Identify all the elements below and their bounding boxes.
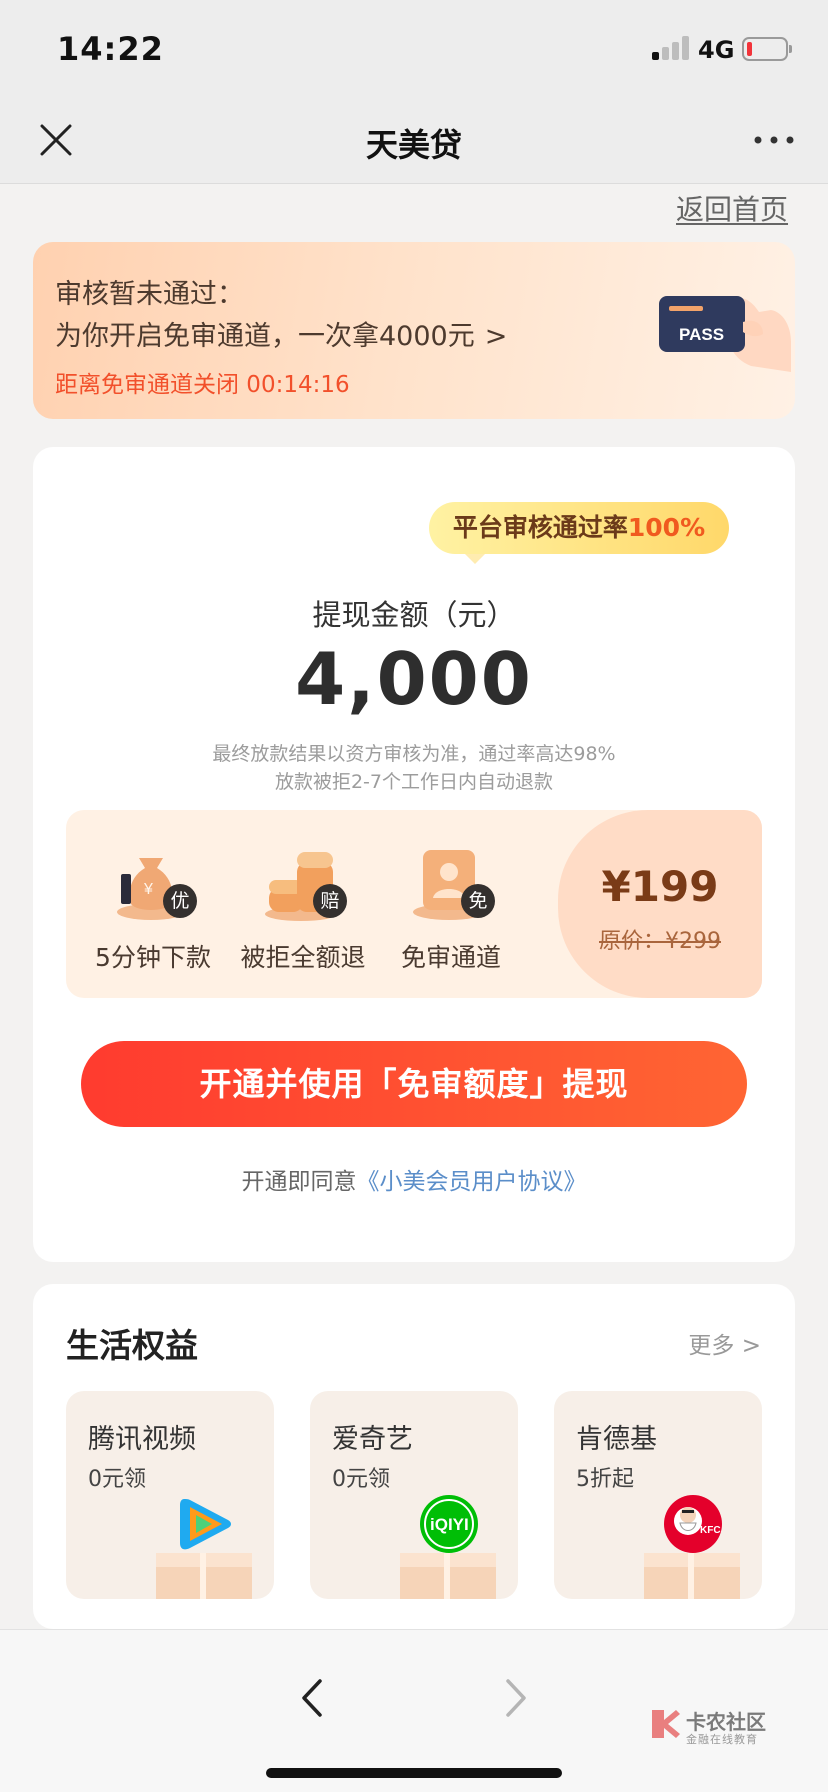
status-bar: 14:22 4G	[0, 0, 828, 100]
benefit-card-name: 肯德基	[576, 1424, 657, 1455]
notice-offer: 为你开启免审通道，一次拿4000元 >	[55, 314, 507, 353]
benefit-card-sub: 0元领	[88, 1467, 146, 1492]
pass-text: PASS	[679, 325, 724, 344]
activate-withdraw-button[interactable]: 开通并使用「免审额度」提现	[81, 1041, 747, 1127]
battery-icon	[742, 37, 792, 61]
amount-value: 4,000	[295, 637, 533, 721]
back-arrow-icon[interactable]	[294, 1675, 330, 1721]
network-label: 4G	[698, 36, 735, 64]
benefit-card-tencent-video[interactable]: 腾讯视频 0元领	[66, 1391, 274, 1599]
svg-text:¥: ¥	[143, 881, 153, 898]
approval-rate-label: 平台审核通过率	[452, 513, 628, 542]
benefit-label: 5分钟下款	[95, 943, 211, 972]
withdraw-card: 平台审核通过率100% 提现金额（元） 4,000 最终放款结果以资方审核为准，…	[33, 447, 795, 1262]
approval-rate-tooltip: 平台审核通过率100%	[429, 502, 729, 564]
notice-banner[interactable]: 审核暂未通过： 为你开启免审通道，一次拿4000元 > 距离免审通道关闭 00:1…	[33, 242, 795, 419]
page-title: 天美贷	[365, 126, 462, 164]
benefit-card-sub: 5折起	[576, 1467, 634, 1492]
refund-note: 放款被拒2-7个工作日内自动退款	[274, 771, 554, 793]
chevron-right-icon: >	[484, 321, 508, 352]
svg-text:KFC: KFC	[700, 1525, 721, 1536]
benefit-label: 免审通道	[400, 943, 501, 972]
benefit-badge: 优	[163, 884, 197, 918]
more-link[interactable]: 更多 >	[688, 1326, 761, 1360]
watermark-logo-icon	[652, 1710, 680, 1738]
price-original: 原价：¥299	[599, 929, 721, 954]
agreement-text: 开通即同意《小美会员用户协议》	[33, 1162, 795, 1196]
back-home-link[interactable]: 返回首页	[676, 188, 788, 228]
watermark: 卡农社区 金融在线教育	[648, 1706, 788, 1746]
benefit-badge: 免	[461, 884, 495, 918]
price-box: ¥199 原价：¥299	[558, 810, 762, 998]
status-time: 14:22	[57, 30, 164, 68]
agreement-link[interactable]: 《小美会员用户协议》	[357, 1169, 587, 1195]
tencent-video-icon	[180, 1499, 231, 1550]
benefit-no-review: 免 免审通道	[376, 844, 526, 974]
notice-title: 审核暂未通过：	[55, 279, 244, 310]
amount-label: 提现金额（元）	[312, 598, 516, 632]
benefit-card-kfc[interactable]: 肯德基 5折起 KFC	[554, 1391, 762, 1599]
agreement-prefix: 开通即同意	[241, 1169, 357, 1195]
signal-icon	[652, 36, 690, 60]
section-title: 生活权益	[66, 1326, 198, 1365]
nav-bar: 天美贷	[0, 100, 828, 184]
membership-benefits: ¥ 优 5分钟下款 赔 被拒全额退 免 免审通道 ¥199 原价：¥299	[66, 810, 762, 998]
home-indicator[interactable]	[266, 1768, 562, 1778]
price-now: ¥199	[601, 862, 719, 911]
iqiyi-icon: iQIYI	[420, 1495, 478, 1553]
benefit-card-name: 爱奇艺	[332, 1424, 413, 1455]
approval-note: 最终放款结果以资方审核为准，通过率高达98%	[212, 743, 616, 765]
pass-card-icon: PASS	[659, 296, 791, 372]
benefit-fast-loan: ¥ 优 5分钟下款	[78, 844, 228, 974]
countdown-timer: 距离免审通道关闭 00:14:16	[55, 372, 350, 398]
benefit-full-refund: 赔 被拒全额退	[228, 844, 378, 974]
gift-box-icon	[400, 1553, 496, 1599]
browser-toolbar: 卡农社区 金融在线教育	[0, 1629, 828, 1792]
gift-box-icon	[156, 1553, 252, 1599]
benefit-card-name: 腾讯视频	[88, 1424, 196, 1455]
gift-box-icon	[644, 1553, 740, 1599]
svg-text:iQIYI: iQIYI	[430, 1515, 469, 1534]
more-icon[interactable]	[752, 128, 796, 152]
benefit-card-iqiyi[interactable]: 爱奇艺 0元领 iQIYI	[310, 1391, 518, 1599]
approval-rate-value: 100%	[627, 513, 706, 542]
benefit-card-sub: 0元领	[332, 1467, 390, 1492]
life-benefits-card: 生活权益 更多 > 腾讯视频 0元领 爱奇艺 0元领 iQIYI 肯德基 5折起…	[33, 1284, 795, 1629]
forward-arrow-icon[interactable]	[498, 1675, 534, 1721]
benefit-badge: 赔	[313, 884, 347, 918]
kfc-icon: KFC	[664, 1495, 722, 1553]
notice-offer-text: 为你开启免审通道，一次拿4000元	[55, 321, 475, 352]
benefit-label: 被拒全额退	[240, 943, 366, 972]
watermark-sub: 金融在线教育	[686, 1733, 758, 1746]
